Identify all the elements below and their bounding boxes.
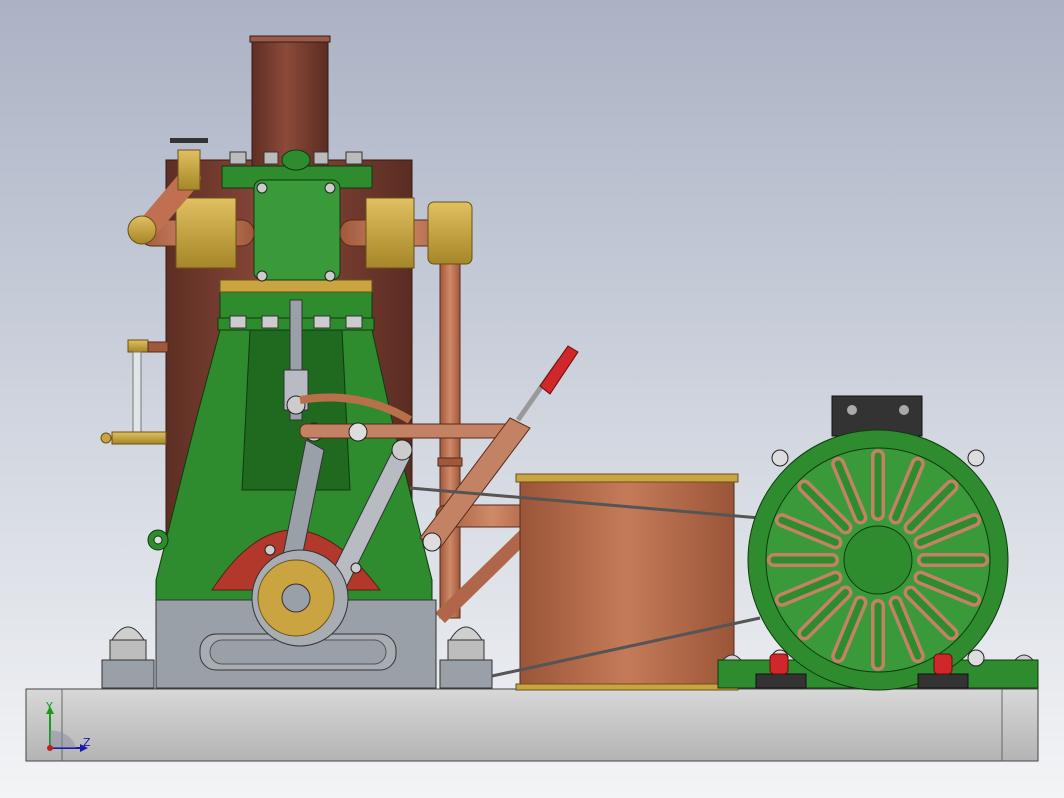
base-plate[interactable] <box>25 688 1039 762</box>
water-gauge[interactable] <box>100 339 169 445</box>
dynamo-generator[interactable] <box>717 395 1039 691</box>
axis-triad: Y Z <box>40 700 100 760</box>
y-axis-label: Y <box>46 700 53 713</box>
z-axis-label: Z <box>83 736 91 749</box>
cad-viewport[interactable]: Y Z <box>0 0 1064 798</box>
steam-engine-model[interactable] <box>0 0 1064 798</box>
